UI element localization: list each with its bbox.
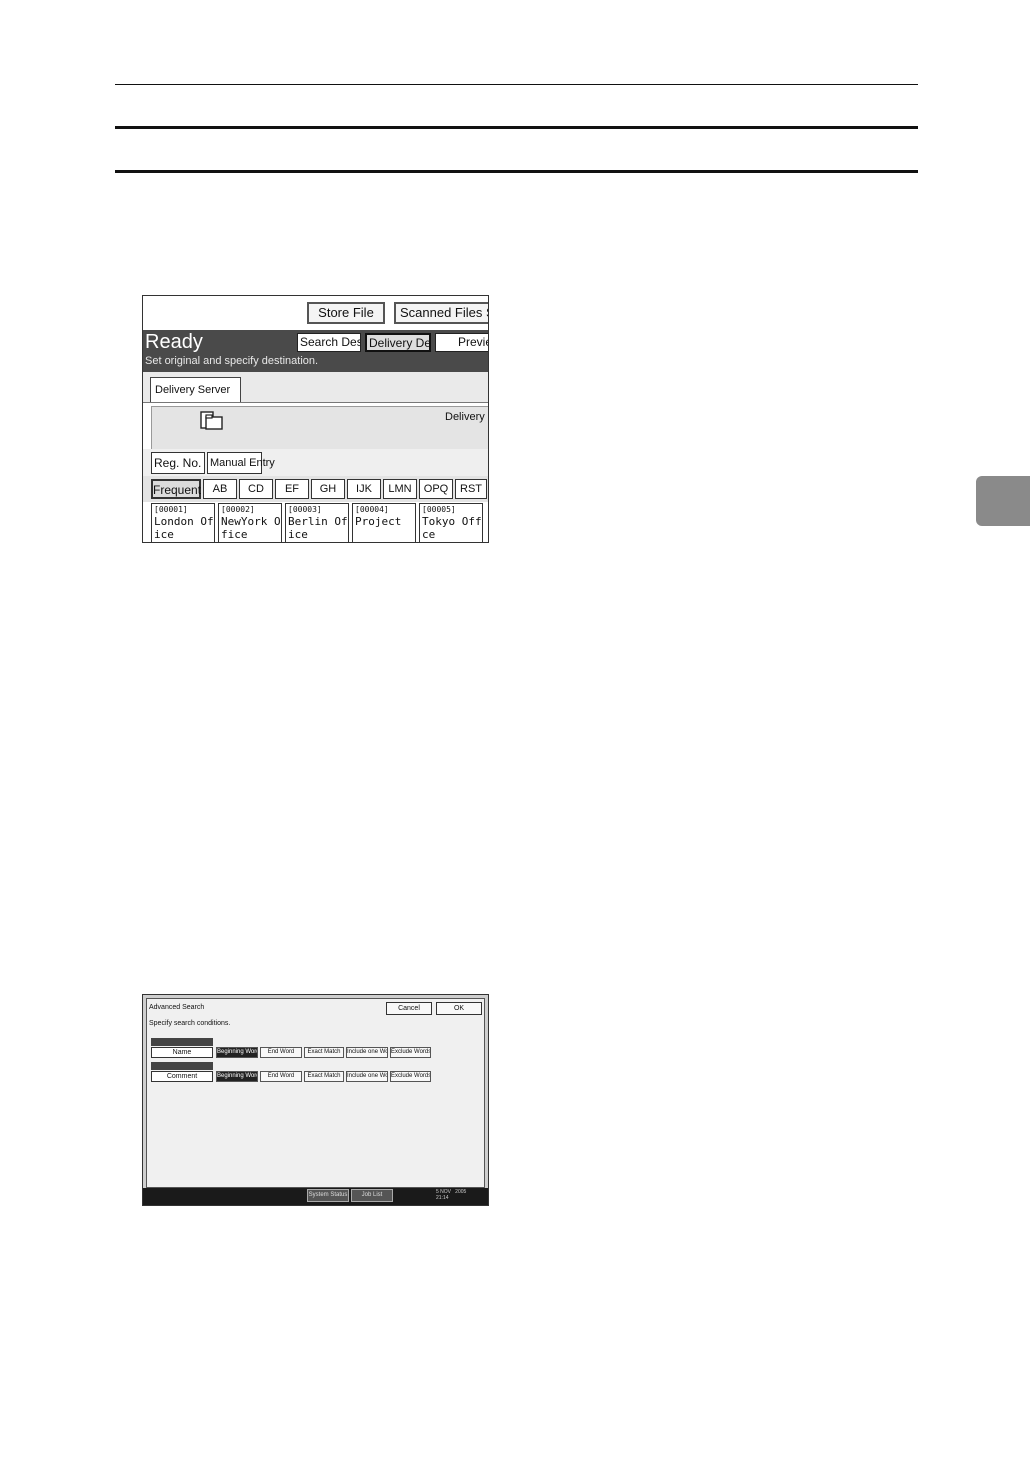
destination-id: [00004] [355, 505, 389, 514]
section-rule-top [115, 126, 918, 129]
name-include-one-word-option[interactable]: Include one Word [346, 1047, 388, 1058]
chapter-tab [976, 476, 1030, 526]
system-status-button[interactable]: System Status [307, 1189, 349, 1202]
destination-name: Tokyo Offi ce [422, 515, 482, 541]
comment-beginning-word-option[interactable]: Beginning Word [216, 1071, 258, 1082]
comment-exact-match-option[interactable]: Exact Match [304, 1071, 344, 1082]
tab-frequent[interactable]: Frequent [151, 479, 201, 499]
preview-button[interactable]: Previe [435, 333, 488, 352]
comment-exclude-words-option[interactable]: Exclude Words [390, 1071, 431, 1082]
name-end-word-option[interactable]: End Word [260, 1047, 302, 1058]
name-exclude-words-option[interactable]: Exclude Words [390, 1047, 431, 1058]
dialog-instruction: Specify search conditions. [149, 1020, 231, 1027]
manual-entry-button[interactable]: Manual Entry [207, 452, 275, 474]
destination-id: [00005] [422, 505, 456, 514]
tab-rst[interactable]: RST [455, 479, 487, 499]
tab-opq[interactable]: OPQ [419, 479, 453, 499]
delivery-server-label: Delivery S [445, 411, 488, 423]
destination-button-4[interactable]: [00004] Project [352, 503, 416, 542]
destination-button-3[interactable]: [00003]Berlin Off ice [285, 503, 349, 542]
tab-gh[interactable]: GH [311, 479, 345, 499]
reg-no-button[interactable]: Reg. No. [151, 452, 205, 474]
tab-ab[interactable]: AB [203, 479, 237, 499]
delivery-dest-button[interactable]: Delivery Dest. [365, 333, 431, 352]
cancel-button[interactable]: Cancel [386, 1002, 432, 1015]
comment-include-one-word-option[interactable]: Include one Word [346, 1071, 388, 1082]
comment-end-word-option[interactable]: End Word [260, 1071, 302, 1082]
name-field-header [151, 1038, 213, 1046]
destination-button-2[interactable]: [00002]NewYork Of fice [218, 503, 282, 542]
destination-name: NewYork Of fice [221, 515, 281, 541]
destination-button-1[interactable]: [00001]London Off ice [151, 503, 215, 542]
tab-ef[interactable]: EF [275, 479, 309, 499]
section-rule-bottom [115, 170, 918, 173]
tab-cd[interactable]: CD [239, 479, 273, 499]
header-rule [115, 84, 918, 85]
tab-delivery-server[interactable]: Delivery Server [150, 377, 242, 402]
name-beginning-word-option[interactable]: Beginning Word [216, 1047, 258, 1058]
date-time: 5 NOV 2005 21:14 [436, 1189, 467, 1201]
name-exact-match-option[interactable]: Exact Match [304, 1047, 344, 1058]
advanced-search-screenshot: Advanced Search Specify search condition… [142, 994, 489, 1206]
ok-button[interactable]: OK [436, 1002, 482, 1015]
destination-id: [00003] [288, 505, 322, 514]
folder-icon [200, 411, 223, 430]
scanner-screen-screenshot: Store File Scanned Files Sta Ready Set o… [142, 295, 489, 543]
job-list-button[interactable]: Job List [351, 1189, 393, 1202]
comment-field-button[interactable]: Comment [151, 1071, 213, 1082]
name-field-button[interactable]: Name [151, 1047, 213, 1058]
destination-name: Project [355, 515, 402, 528]
destination-name: Berlin Off ice [288, 515, 348, 541]
destination-id: [00002] [221, 505, 255, 514]
tab-lmn[interactable]: LMN [383, 479, 417, 499]
comment-field-header [151, 1062, 213, 1070]
status-message: Set original and specify destination. [145, 355, 319, 367]
dialog-title: Advanced Search [149, 1004, 205, 1011]
destination-name: London Off ice [154, 515, 214, 541]
destination-button-5[interactable]: [00005]Tokyo Offi ce [419, 503, 483, 542]
store-file-button[interactable]: Store File [307, 302, 385, 324]
search-dest-button[interactable]: Search Dest. [297, 333, 361, 352]
destination-id: [00001] [154, 505, 188, 514]
tab-ijk[interactable]: IJK [347, 479, 381, 499]
status-title: Ready [145, 331, 203, 353]
scanned-files-status-button[interactable]: Scanned Files Sta [394, 302, 488, 324]
